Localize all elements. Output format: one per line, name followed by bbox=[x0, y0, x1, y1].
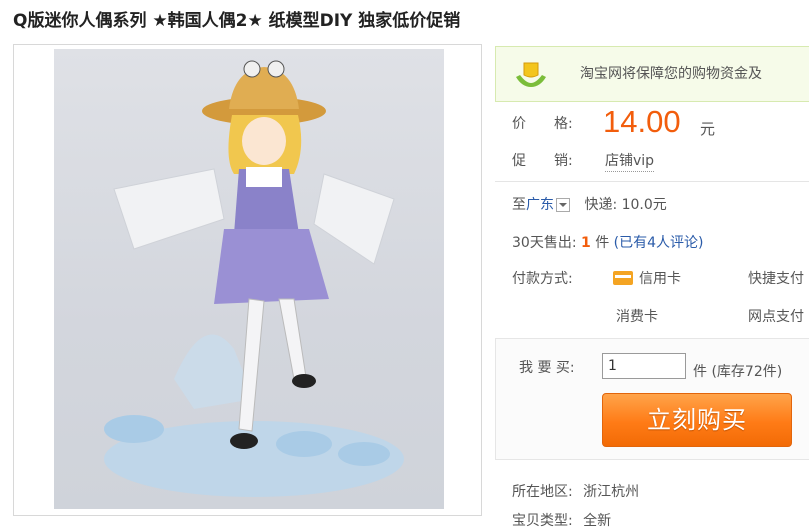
protection-hands-icon bbox=[516, 62, 546, 87]
guarantee-text: 淘宝网将保障您的购物资金及 bbox=[580, 66, 762, 82]
buy-now-button[interactable]: 立刻购买 bbox=[602, 393, 792, 447]
product-title: Q版迷你人偶系列 ★韩国人偶2★ 纸模型DIY 独家低价促销 bbox=[13, 11, 461, 31]
divider bbox=[495, 181, 809, 182]
quantity-label: 我 要 买: bbox=[519, 360, 575, 376]
payment-outlet[interactable]: 网点支付 bbox=[748, 306, 804, 326]
promo-value[interactable]: 店铺vip bbox=[605, 150, 655, 172]
shipping-row: 至广东 快递: 10.0元 bbox=[512, 194, 667, 214]
product-image-frame[interactable] bbox=[13, 44, 482, 516]
location-value: 浙江杭州 bbox=[583, 484, 640, 500]
buyer-protection-banner[interactable]: 淘宝网将保障您的购物资金及 bbox=[495, 46, 809, 102]
shipping-region-select[interactable]: 广东 bbox=[526, 197, 554, 213]
product-photo[interactable] bbox=[54, 49, 444, 509]
payment-consumer-card[interactable]: 消费卡 bbox=[616, 306, 658, 326]
payment-label: 付款方式: bbox=[512, 271, 573, 287]
location-row: 所在地区: 浙江杭州 bbox=[512, 481, 639, 501]
payment-quick[interactable]: 快捷支付 bbox=[748, 268, 804, 288]
location-label: 所在地区: bbox=[512, 484, 573, 500]
promo-label: 促 销: bbox=[512, 153, 573, 169]
sales-unit: 件 bbox=[595, 235, 610, 251]
quantity-input[interactable] bbox=[602, 353, 686, 379]
item-type-label: 宝贝类型: bbox=[512, 513, 573, 529]
sales-label: 30天售出: bbox=[512, 235, 577, 251]
sales-count: 1 bbox=[580, 235, 591, 251]
shipping-to: 至 bbox=[512, 197, 526, 213]
item-type-value: 全新 bbox=[583, 513, 612, 529]
reviews-link[interactable]: (已有4人评论) bbox=[614, 235, 704, 251]
price-label: 价 格: bbox=[512, 116, 573, 132]
payment-method-label: 信用卡 bbox=[639, 271, 681, 287]
chevron-down-icon[interactable] bbox=[556, 198, 570, 212]
paper-doll-figure-image bbox=[104, 60, 404, 497]
item-type-row: 宝贝类型: 全新 bbox=[512, 510, 611, 530]
shipping-method: 快递: 10.0元 bbox=[584, 197, 667, 213]
stock-text: 件 (库存72件) bbox=[693, 364, 783, 380]
sales-row: 30天售出: 1 件 (已有4人评论) bbox=[512, 232, 703, 252]
payment-credit-card[interactable]: 信用卡 bbox=[613, 268, 681, 288]
price-unit: 元 bbox=[700, 120, 716, 138]
credit-card-icon bbox=[613, 271, 633, 285]
price-value: 14.00 bbox=[603, 104, 681, 139]
